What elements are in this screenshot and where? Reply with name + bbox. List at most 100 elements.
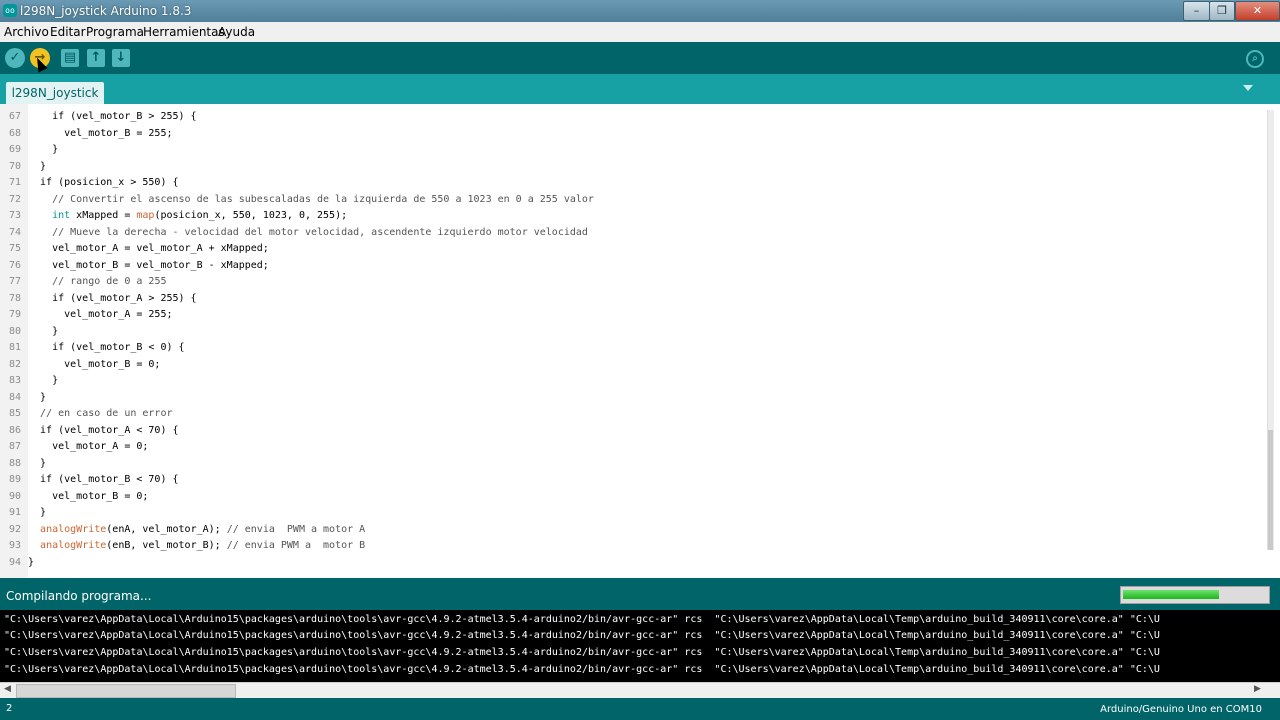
scroll-left-icon[interactable]: ◀ — [4, 684, 11, 694]
line-number: 87 — [8, 441, 21, 452]
line-number: 69 — [8, 144, 21, 155]
line-number: 68 — [8, 127, 21, 139]
console-scroll-thumb[interactable] — [16, 684, 236, 698]
code-text: } — [28, 375, 59, 386]
console-line: "C:\Users\varez\AppData\Local\Arduino15\… — [4, 647, 1160, 658]
code-text: // rango de 0 a 255 — [52, 276, 167, 287]
line-number: 77 — [8, 276, 21, 287]
tab-l298n-joystick[interactable]: l298N_joystick — [6, 82, 104, 104]
code-line: 86 if (vel_motor_A < 70) { — [0, 423, 1260, 440]
code-text: if (posicion_x > 550) { — [28, 177, 179, 188]
menu-programa[interactable]: Programa — [86, 25, 144, 39]
line-number: 84 — [8, 391, 21, 403]
new-icon[interactable]: ▤ — [61, 49, 79, 67]
cursor-line-number: 2 — [6, 703, 13, 714]
code-line: 93 analogWrite(enB, vel_motor_B); // env… — [0, 538, 1260, 555]
open-icon[interactable]: ↑ — [87, 49, 105, 67]
line-number: 93 — [8, 540, 21, 551]
line-number: 89 — [8, 474, 21, 485]
window-title: l298N_joystick Arduino 1.8.3 — [20, 4, 192, 18]
minimize-button[interactable]: – — [1183, 1, 1210, 21]
code-line: 71 if (posicion_x > 550) { — [0, 175, 1260, 192]
editor-scroll-thumb[interactable] — [1268, 430, 1273, 550]
line-number: 71 — [8, 177, 21, 188]
line-number: 88 — [8, 457, 21, 469]
footer-bar: 2 Arduino/Genuino Uno en COM10 — [0, 698, 1280, 720]
code-line: 72 // Convertir el ascenso de las subesc… — [0, 192, 1260, 209]
console-line: "C:\Users\varez\AppData\Local\Arduino15\… — [4, 630, 1160, 641]
serial-monitor-icon[interactable]: ⌕ — [1246, 50, 1264, 68]
close-button[interactable]: ✕ — [1235, 1, 1280, 21]
code-text: } — [28, 556, 35, 568]
chevron-down-icon[interactable] — [1243, 85, 1253, 91]
code-text: vel_motor_B = vel_motor_B - xMapped; — [28, 259, 269, 271]
line-number: 81 — [8, 342, 21, 353]
line-number: 80 — [8, 325, 21, 337]
code-line: 81 if (vel_motor_B < 0) { — [0, 340, 1260, 357]
code-line: 82 vel_motor_B = 0; — [0, 357, 1260, 374]
tab-bar: l298N_joystick — [0, 74, 1280, 104]
line-number: 83 — [8, 375, 21, 386]
menu-archivo[interactable]: Archivo — [4, 25, 49, 39]
board-port-label: Arduino/Genuino Uno en COM10 — [1100, 704, 1262, 715]
code-line: 89 if (vel_motor_B < 70) { — [0, 472, 1260, 489]
code-line: 70 } — [0, 159, 1260, 176]
line-number: 73 — [8, 210, 21, 221]
code-line: 69 } — [0, 142, 1260, 159]
menu-herramientas[interactable]: Herramientas — [143, 25, 225, 39]
console-output[interactable]: "C:\Users\varez\AppData\Local\Arduino15\… — [0, 610, 1280, 682]
code-text: // en caso de un error — [40, 408, 173, 419]
code-text: vel_motor_A = 0; — [28, 441, 149, 452]
code-line: 90 vel_motor_B = 0; — [0, 489, 1260, 506]
code-text: } — [28, 325, 59, 337]
code-line: 94} — [0, 555, 1260, 572]
toolbar: ✓ → ▤ ↑ ↓ ⌕ — [0, 42, 1280, 74]
code-editor[interactable]: 67 if (vel_motor_B > 255) {68 vel_motor_… — [0, 104, 1280, 578]
line-number: 67 — [8, 111, 21, 122]
scroll-right-icon[interactable]: ▶ — [1254, 684, 1261, 694]
line-number: 70 — [8, 160, 21, 172]
code-line: 88 } — [0, 456, 1260, 473]
code-line: 73 int xMapped = map(posicion_x, 550, 10… — [0, 208, 1260, 225]
code-text: } — [28, 160, 47, 172]
code-line: 74 // Mueve la derecha - velocidad del m… — [0, 225, 1260, 242]
status-message: Compilando programa... — [6, 589, 152, 603]
code-line: 78 if (vel_motor_A > 255) { — [0, 291, 1260, 308]
menu-ayuda[interactable]: Ayuda — [218, 25, 255, 39]
line-number: 76 — [8, 259, 21, 271]
line-number: 86 — [8, 424, 21, 436]
code-text: } — [28, 457, 47, 469]
arduino-app-icon: oo — [3, 4, 17, 17]
code-line: 77 // rango de 0 a 255 — [0, 274, 1260, 291]
code-text: vel_motor_B = 0; — [28, 358, 161, 370]
code-text: vel_motor_B = 0; — [28, 490, 149, 502]
status-bar — [0, 578, 1280, 610]
line-number: 72 — [8, 193, 21, 205]
menu-editar[interactable]: Editar — [50, 25, 86, 39]
line-number: 75 — [8, 243, 21, 254]
code-line: 68 vel_motor_B = 255; — [0, 126, 1260, 143]
save-icon[interactable]: ↓ — [112, 49, 130, 67]
code-line: 84 } — [0, 390, 1260, 407]
line-number: 85 — [8, 408, 21, 419]
title-bar: oo l298N_joystick Arduino 1.8.3 – ❐ ✕ — [0, 0, 1280, 22]
code-line: 80 } — [0, 324, 1260, 341]
code-line: 87 vel_motor_A = 0; — [0, 439, 1260, 456]
line-number: 90 — [8, 490, 21, 502]
code-line: 79 vel_motor_A = 255; — [0, 307, 1260, 324]
code-line: 85 // en caso de un error — [0, 406, 1260, 423]
verify-icon[interactable]: ✓ — [5, 48, 25, 68]
code-text: int xMapped = map(posicion_x, 550, 1023,… — [52, 210, 348, 221]
code-text: } — [28, 144, 59, 155]
code-line: 76 vel_motor_B = vel_motor_B - xMapped; — [0, 258, 1260, 275]
console-line: "C:\Users\varez\AppData\Local\Arduino15\… — [4, 664, 1160, 675]
code-text: // Mueve la derecha - velocidad del moto… — [52, 226, 588, 238]
maximize-button[interactable]: ❐ — [1209, 1, 1235, 21]
line-number: 91 — [8, 507, 21, 518]
code-text: vel_motor_A = vel_motor_A + xMapped; — [28, 243, 269, 254]
code-line: 75 vel_motor_A = vel_motor_A + xMapped; — [0, 241, 1260, 258]
line-number: 82 — [8, 358, 21, 370]
code-text: analogWrite(enA, vel_motor_A); // envia … — [40, 523, 366, 535]
code-text: if (vel_motor_A > 255) { — [28, 292, 197, 304]
line-number: 92 — [8, 523, 21, 535]
